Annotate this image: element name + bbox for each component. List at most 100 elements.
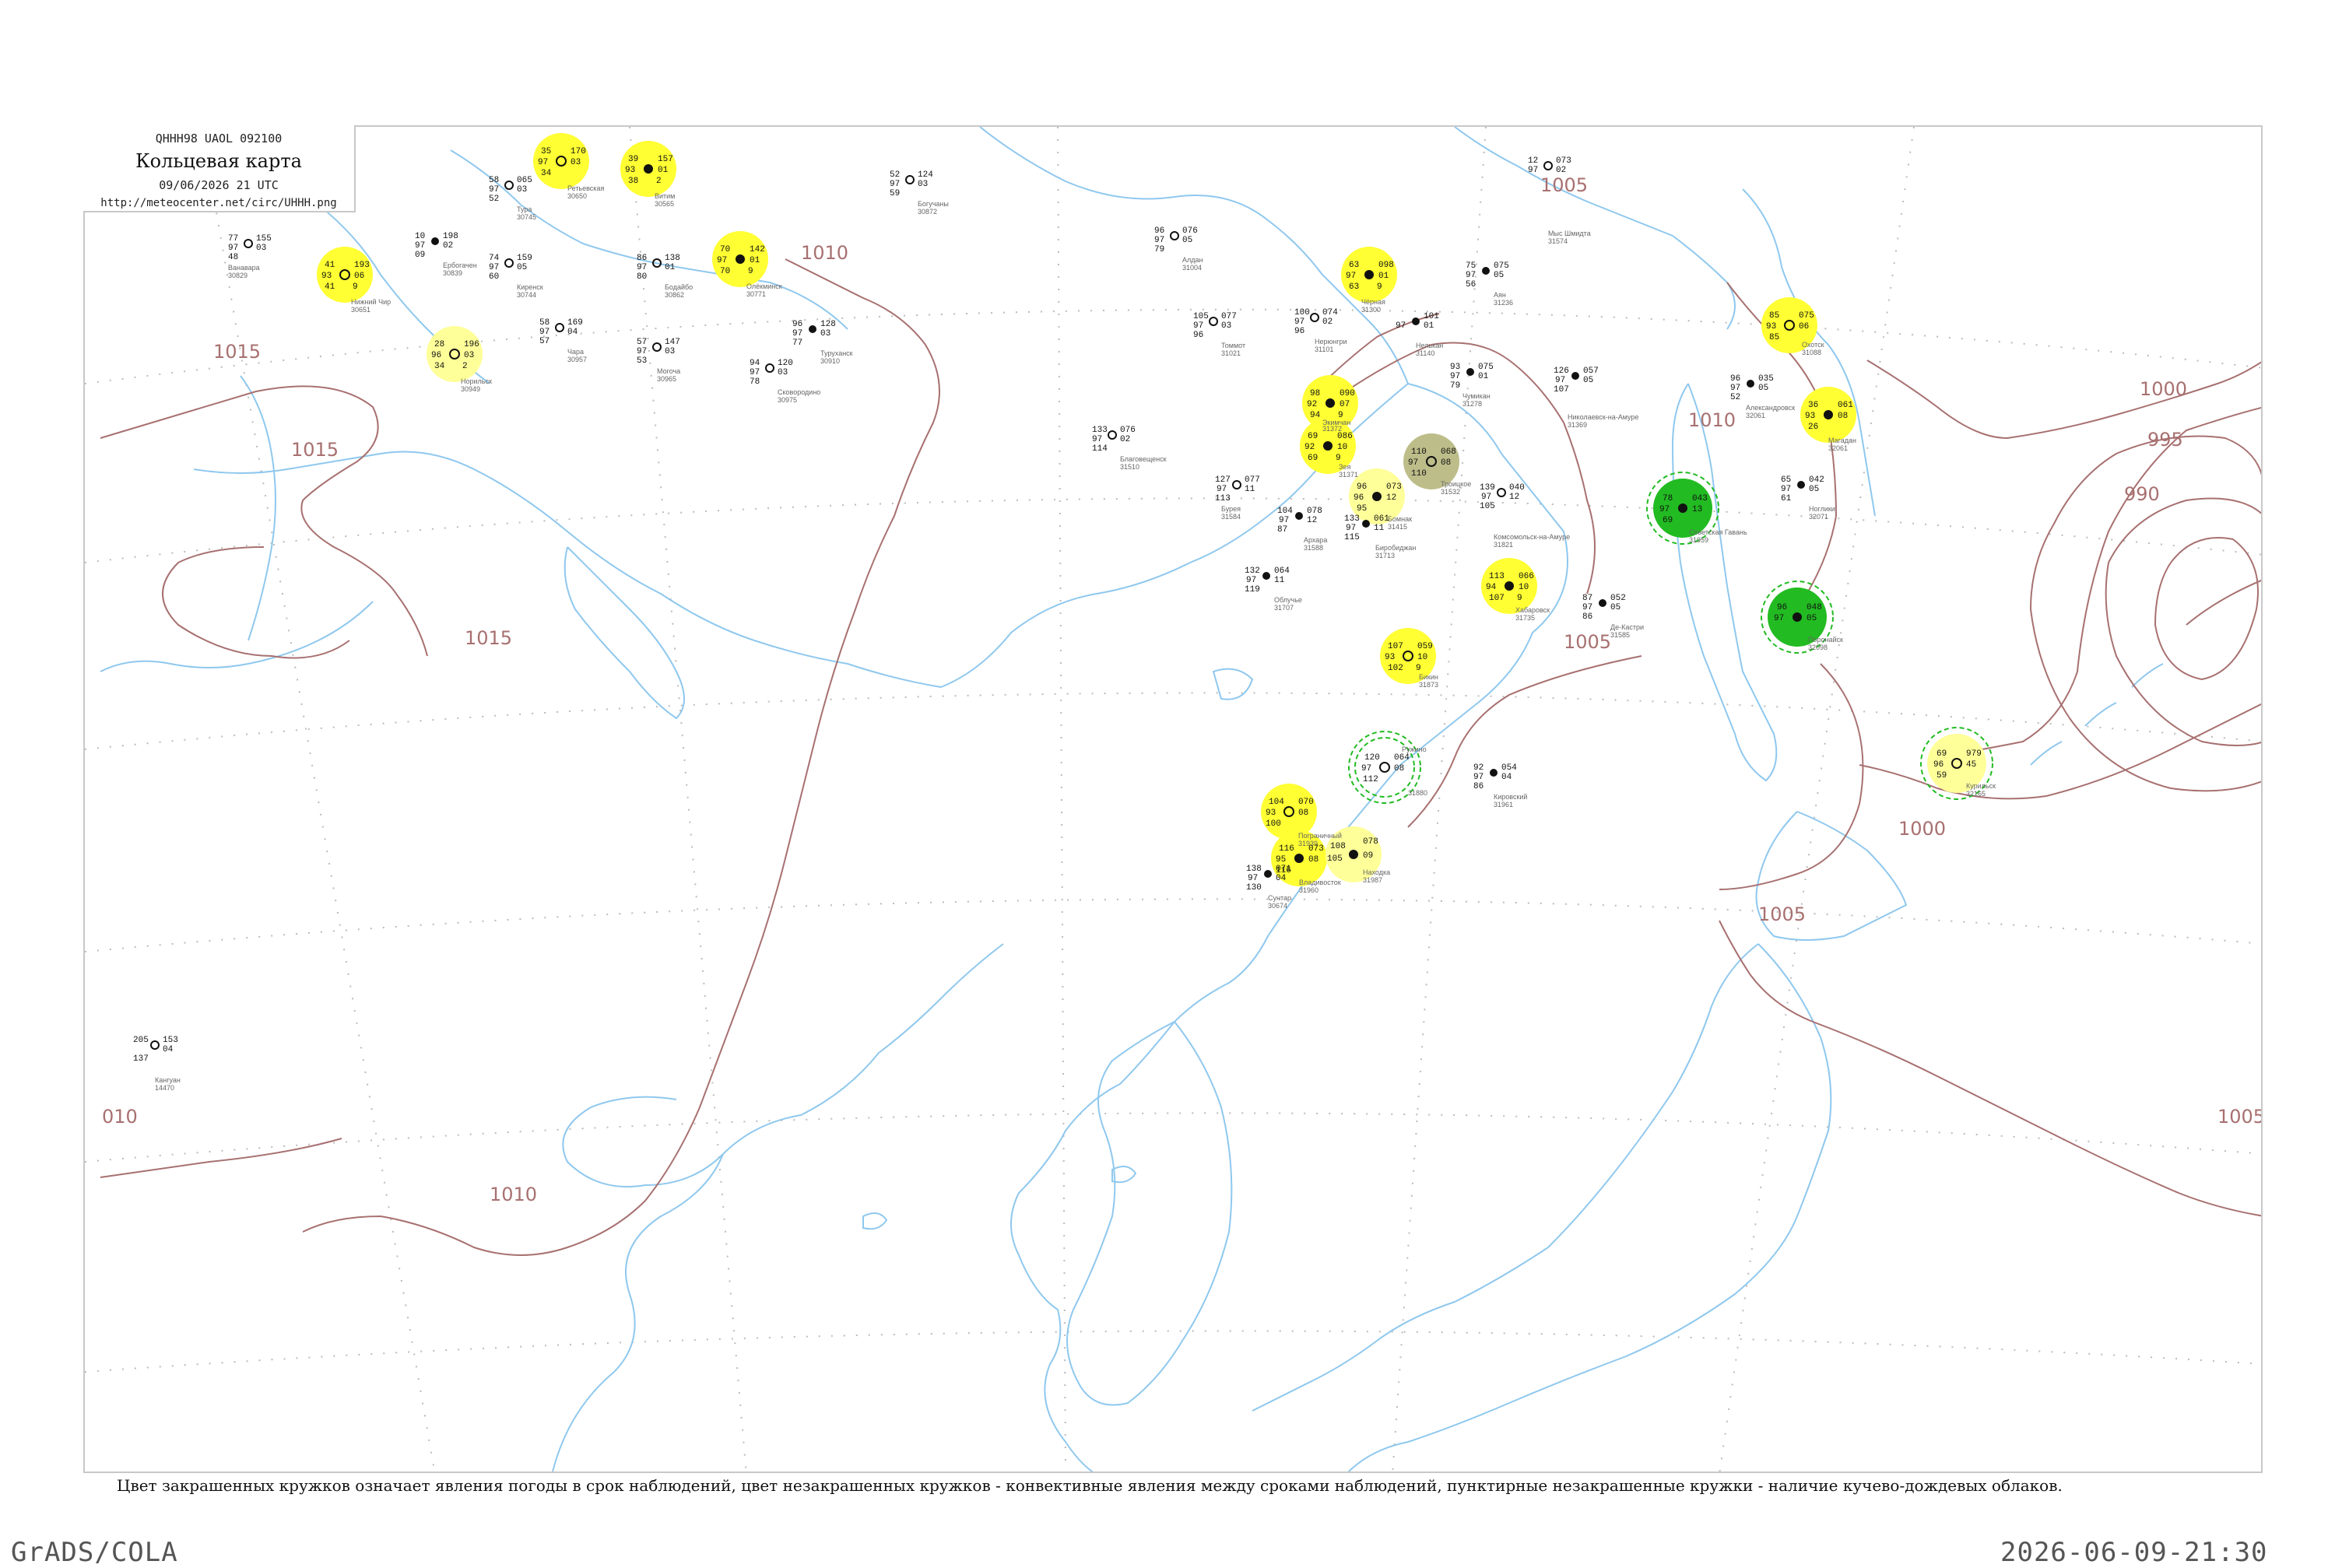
station-plot[interactable]: 75 075 97 05 56 Аян 31236	[1466, 261, 1513, 307]
station-value: 126	[1554, 367, 1569, 376]
station-plot[interactable]: 58 065 97 03 52 Тура 30745	[489, 176, 536, 221]
station-value: 97	[538, 158, 548, 167]
station-plot[interactable]: 92 054 97 04 86 Кировский 31961	[1473, 763, 1527, 809]
station-id: 31585	[1610, 631, 1630, 639]
station-value: 075	[1799, 311, 1814, 321]
station-plot[interactable]: 139 040 97 12 105 Комсомольск-на-Амуре 3…	[1480, 483, 1570, 549]
station-plot[interactable]: 93 075 97 01 79 Чумикан 31278	[1450, 363, 1494, 408]
station-value: 120	[1364, 753, 1380, 763]
station-value: 073	[1308, 844, 1324, 854]
station-plot[interactable]: 65 042 97 05 61 Ноглики 32071	[1781, 475, 1835, 521]
station-value: 96	[1933, 760, 1943, 770]
station-value: 108	[1330, 842, 1346, 851]
station-value: 133	[1092, 426, 1108, 435]
station-name: Киренск	[517, 283, 543, 291]
station-id: 30872	[918, 208, 937, 216]
station-value: 170	[571, 147, 586, 156]
station-value: 93	[1266, 809, 1276, 818]
station-plot[interactable]: 70 142 97 01 70 9 Олёкминск 30771	[717, 245, 782, 298]
station-value: 35	[541, 147, 551, 156]
station-value: 138	[1246, 865, 1262, 874]
station-name: Поронайск	[1808, 636, 1843, 644]
station-plot[interactable]: 41 193 93 06 41 9 Нижний Чир 30651	[321, 261, 391, 314]
station-value: 63	[1349, 261, 1359, 270]
station-id: 31021	[1221, 349, 1241, 357]
station-value: 042	[1809, 475, 1824, 485]
station-plot[interactable]: 96 076 97 05 79 Алдан 31004	[1154, 226, 1203, 272]
station-name: Комсомольск-на-Амуре	[1494, 533, 1570, 541]
station-name: Ружино	[1402, 745, 1427, 753]
station-id: 31960	[1299, 886, 1318, 894]
station-value: 132	[1245, 567, 1260, 576]
station-id: 31236	[1494, 299, 1513, 307]
station-plot[interactable]: 10 198 97 02 09 Ербогачен 30839	[415, 232, 477, 277]
station-plot[interactable]: 58 169 97 04 57 Чара 30957	[539, 318, 587, 363]
station-value: 34	[541, 169, 552, 178]
station-plot[interactable]: 120 064 97 08 112 Ружино 31880	[1361, 745, 1427, 797]
station-value: 97	[1248, 874, 1258, 883]
station-plot[interactable]: 57 147 97 03 53 Могоча 30965	[637, 338, 680, 383]
station-value: 97	[1092, 435, 1102, 444]
station-value: 05	[1758, 384, 1768, 393]
station-id: 31371	[1339, 471, 1358, 479]
station-value: 9	[748, 267, 753, 276]
station-name: Бомнак	[1388, 515, 1412, 523]
station-value: 79	[1450, 381, 1460, 391]
station-plot[interactable]: 77 155 97 03 48 Ванавара 30829	[228, 234, 272, 279]
station-value: 93	[1805, 412, 1815, 421]
station-value: 97	[1555, 376, 1565, 385]
station-name: Алдан	[1182, 256, 1203, 264]
station-value: 96	[431, 351, 441, 360]
station-value: 979	[1966, 749, 1982, 759]
station-value: 159	[517, 254, 532, 263]
station-value: 52	[1730, 393, 1740, 402]
station-plot[interactable]: 133 076 97 02 114 Благовещенск 31510	[1092, 426, 1167, 471]
station-value: 28	[434, 340, 444, 349]
station-value: 80	[637, 272, 647, 282]
station-plot[interactable]: 74 159 97 05 60 Киренск 30744	[489, 254, 543, 299]
station-value: 39	[628, 155, 638, 164]
station-value: 9	[1416, 664, 1421, 673]
station-value: 52	[489, 195, 499, 204]
station-value: 92	[1473, 763, 1484, 773]
station-value: 97	[489, 185, 499, 195]
station-value: 05	[1182, 236, 1192, 245]
station-value: 01	[1478, 372, 1489, 381]
station-value: 2	[462, 362, 468, 371]
station-id: 30965	[657, 375, 676, 383]
station-name: Нелькан	[1416, 342, 1443, 349]
station-name: Чёрная	[1361, 298, 1385, 306]
station-plot[interactable]: 104 078 97 12 87 Архара 31588	[1277, 507, 1327, 552]
station-plot[interactable]: 100 074 97 02 96 Нерюнгри 31101	[1294, 308, 1347, 353]
station-plot[interactable]: 96 035 97 05 52 Александровск 32061	[1730, 374, 1795, 419]
station-value: 92	[1307, 400, 1317, 409]
station-plot[interactable]: 205 153 04 137 Кангуан 14470	[133, 1036, 181, 1092]
station-value: 58	[489, 176, 499, 185]
station-name: Курильск	[1966, 782, 1996, 790]
station-value: 79	[1154, 245, 1164, 254]
station-name: Хабаровск	[1515, 606, 1550, 614]
station-plot[interactable]: 138 071 97 04 130 Сунтар 30674	[1246, 865, 1291, 910]
station-id: 30674	[1268, 902, 1287, 910]
station-plot[interactable]: 12 073 97 02 Мыс Шмидта 31574	[1528, 156, 1591, 245]
station-name: Пограничный	[1298, 832, 1342, 840]
isobar-label: 1000	[2140, 378, 2187, 400]
station-name: Томмот	[1221, 342, 1245, 349]
station-value: 63	[1349, 282, 1359, 292]
station-id: 32165	[1966, 790, 1986, 798]
station-plot[interactable]: 52 124 97 03 59 Богучаны 30872	[890, 170, 949, 216]
station-plot[interactable]: 132 064 97 11 119 Облучье 31707	[1245, 567, 1302, 612]
station-plot[interactable]: 86 138 97 01 80 Бодайбо 30862	[637, 254, 693, 299]
graticule	[85, 127, 2261, 1472]
station-plot[interactable]: 113 066 94 10 107 9 Хабаровск 31735	[1486, 572, 1550, 622]
station-value: 052	[1610, 594, 1626, 603]
station-value: 09	[415, 251, 425, 260]
isobar-label: 1010	[490, 1184, 537, 1205]
station-plot[interactable]: 96 128 97 03 77 Туруханск 30910	[792, 320, 853, 365]
station-value: 076	[1182, 226, 1198, 236]
station-plot[interactable]: 94 120 97 03 78 Сковородино 30975	[750, 359, 820, 404]
station-plot[interactable]: 126 057 97 05 107 Николаевск-на-Амуре 31…	[1554, 367, 1638, 429]
station-value: 97	[1294, 317, 1304, 327]
station-id: 31369	[1568, 421, 1587, 429]
station-plot[interactable]: 105 077 97 03 96 Томмот 31021	[1193, 312, 1245, 357]
